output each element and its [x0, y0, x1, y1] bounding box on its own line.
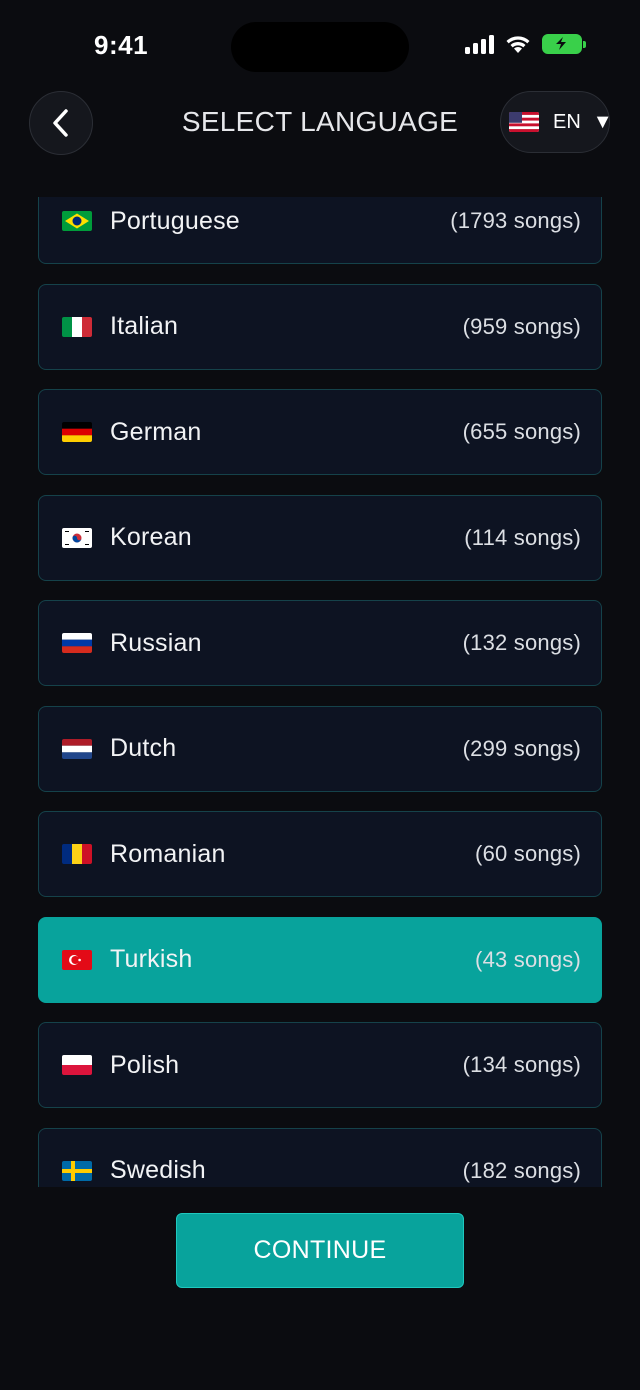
status-icons	[465, 34, 586, 54]
song-count: (959 songs)	[462, 313, 581, 339]
song-count: (1793 songs)	[450, 208, 581, 233]
ro-flag-icon	[62, 844, 92, 864]
language-code: EN	[553, 110, 581, 133]
song-count: (182 songs)	[462, 1157, 581, 1183]
language-row-korean[interactable]: Korean (114 songs)	[38, 494, 602, 581]
language-name: Dutch	[110, 734, 177, 762]
language-row-romanian[interactable]: Romanian (60 songs)	[38, 811, 602, 897]
language-name: German	[110, 417, 202, 446]
song-count: (132 songs)	[462, 630, 581, 655]
it-flag-icon	[62, 316, 92, 337]
status-bar: 9:41	[0, 0, 640, 90]
language-switch-button[interactable]: EN ▼	[500, 91, 613, 153]
song-count: (114 songs)	[464, 524, 581, 550]
ru-flag-icon	[62, 633, 92, 653]
language-name: Polish	[110, 1050, 180, 1079]
song-count: (134 songs)	[462, 1052, 581, 1077]
language-name: Portuguese	[110, 206, 240, 235]
se-flag-icon	[62, 1160, 92, 1181]
language-row-german[interactable]: German (655 songs)	[38, 389, 602, 475]
wifi-icon	[506, 36, 530, 53]
language-name: Korean	[110, 523, 192, 551]
battery-charging-icon	[542, 34, 586, 54]
language-name: Swedish	[110, 1156, 206, 1184]
song-count: (60 songs)	[475, 841, 581, 866]
song-count: (299 songs)	[462, 735, 581, 761]
language-name: Romanian	[110, 839, 226, 868]
cellular-signal-icon	[465, 34, 494, 54]
language-name: Russian	[110, 628, 202, 657]
br-flag-icon	[62, 211, 92, 231]
continue-button[interactable]: CONTINUE	[176, 1213, 464, 1288]
language-row-turkish[interactable]: Turkish (43 songs)	[38, 916, 602, 1003]
tr-flag-icon	[62, 949, 92, 970]
us-flag-icon	[509, 112, 539, 132]
language-row-russian[interactable]: Russian (132 songs)	[38, 600, 602, 686]
caret-down-icon: ▼	[592, 110, 613, 133]
language-row-portuguese[interactable]: Portuguese (1793 songs)	[38, 197, 602, 264]
status-time: 9:41	[94, 30, 149, 60]
dynamic-island	[231, 22, 409, 72]
de-flag-icon	[62, 422, 92, 442]
language-name: Italian	[110, 312, 179, 340]
language-row-dutch[interactable]: Dutch (299 songs)	[38, 705, 602, 792]
song-count: (43 songs)	[475, 946, 581, 972]
kr-flag-icon	[62, 527, 92, 548]
nl-flag-icon	[62, 738, 92, 759]
language-name: Turkish	[110, 945, 193, 973]
language-row-swedish[interactable]: Swedish (182 songs)	[38, 1127, 602, 1187]
language-row-italian[interactable]: Italian (959 songs)	[38, 283, 602, 370]
pl-flag-icon	[62, 1055, 92, 1075]
song-count: (655 songs)	[462, 419, 581, 444]
language-list[interactable]: Portuguese (1793 songs) Italian (959 songs)…	[0, 197, 640, 1187]
language-row-polish[interactable]: Polish (134 songs)	[38, 1022, 602, 1108]
